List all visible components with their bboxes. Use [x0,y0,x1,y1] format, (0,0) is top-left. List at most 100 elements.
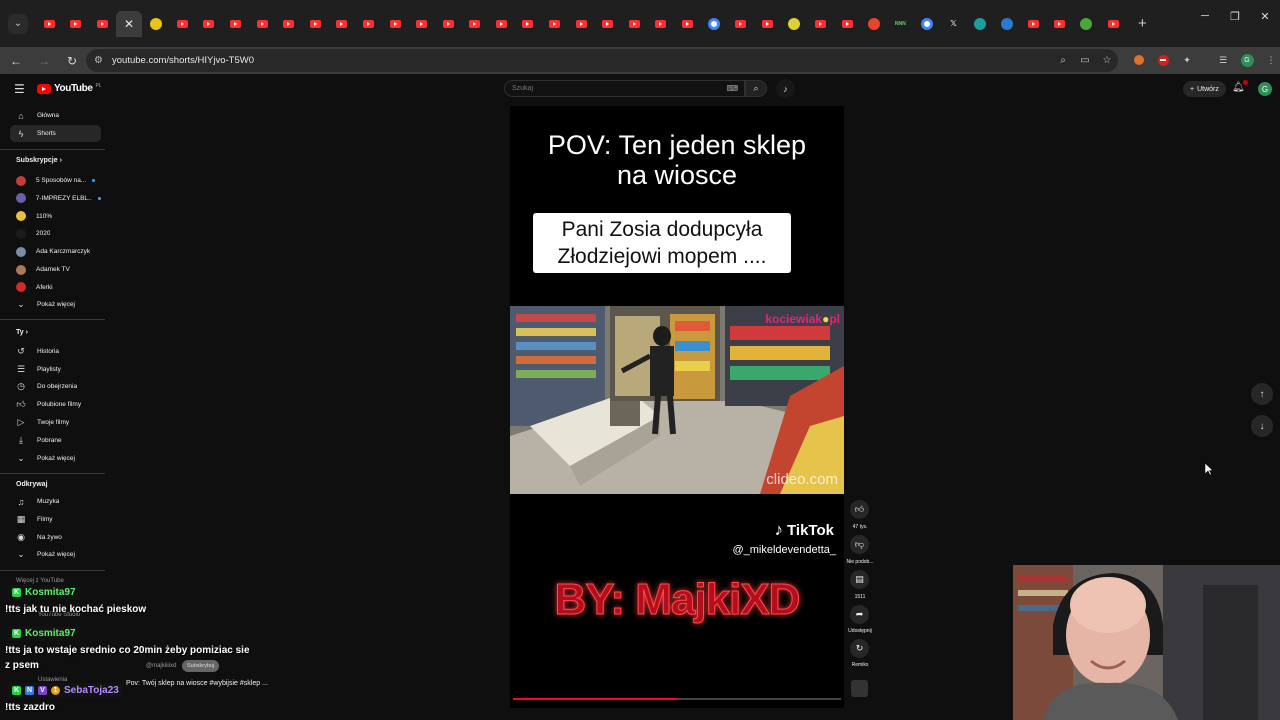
share-button[interactable]: ➦ [850,605,869,624]
browser-tab[interactable] [807,11,834,37]
browser-tab[interactable] [621,11,648,37]
browser-tab[interactable] [169,11,196,37]
browser-tab[interactable] [1020,11,1047,37]
sidebar-item-muzyka[interactable]: ♫ Muzyka [10,493,101,510]
browser-tab[interactable] [488,11,515,37]
sidebar-item-główna[interactable]: ⌂ Główna [10,107,101,124]
search-button[interactable]: ⌕ [745,80,767,97]
browser-tab[interactable] [568,11,595,37]
sidebar-item-shorts[interactable]: ϟ Shorts [10,125,101,142]
sidebar-item-pokaż-więcej[interactable]: ⌄ Pokaż więcej [10,296,101,313]
browser-tab[interactable] [302,11,329,37]
subscriptions-header[interactable]: Subskrypcje › [16,157,62,164]
browser-tab[interactable] [674,11,701,37]
sidebar-item-na-żywo[interactable]: ◉ Na żywo [10,529,101,546]
guide-menu-icon[interactable]: ☰ [14,82,25,96]
browser-tab[interactable] [515,11,542,37]
restore-icon[interactable]: ❐ [1220,0,1250,32]
sidebar-item-pokaż-więcej[interactable]: ⌄ Pokaż więcej [10,546,101,563]
browser-tab[interactable] [408,11,435,37]
cast-icon[interactable]: ▭ [1074,55,1096,66]
sidebar-item-aferki[interactable]: Aferki [10,279,101,296]
sidebar-item-ada-karczmarczyk[interactable]: Ada Karczmarczyk [10,243,101,260]
account-avatar[interactable]: G [1258,82,1272,96]
sidebar-item-adamek-tv[interactable]: Adamek TV [10,261,101,278]
sidebar-item-playlisty[interactable]: ☰ Playlisty [10,361,101,378]
keyboard-icon[interactable]: ⌨ [726,84,738,93]
sound-thumbnail[interactable] [851,680,868,697]
voice-search-button[interactable]: ♪ [776,79,795,98]
sidebar-item-7-imprezy-elbl[interactable]: 7-IMPREZY ELBL... [10,190,101,207]
browser-tab[interactable] [329,11,356,37]
browser-tab[interactable]: 𝕏 [940,11,967,37]
browser-tab[interactable]: NNN [887,11,914,37]
url-text[interactable]: youtube.com/shorts/HIYjvo-T5W0 [112,55,1052,66]
browser-tab[interactable] [648,11,675,37]
notifications-bell-icon[interactable]: 🔔︎ [1232,80,1248,93]
explore-header[interactable]: Odkrywaj [16,481,48,488]
tab-search-button[interactable]: ⌄ [8,13,28,34]
browser-tab[interactable] [967,11,994,37]
browser-menu-icon[interactable]: ⋮ [1262,51,1280,69]
browser-tab[interactable] [1047,11,1074,37]
address-bar[interactable]: ⚙ youtube.com/shorts/HIYjvo-T5W0 ⌕ ▭ ☆ [86,49,1118,72]
next-short-button[interactable]: ↓ [1251,415,1273,437]
browser-tab[interactable] [63,11,90,37]
extension-orange-icon[interactable] [1130,51,1148,69]
browser-tab[interactable] [860,11,887,37]
minimize-icon[interactable]: ─ [1190,0,1220,32]
browser-tab[interactable] [727,11,754,37]
previous-short-button[interactable]: ↑ [1251,383,1273,405]
browser-tab[interactable] [914,11,941,37]
browser-tab[interactable] [435,11,462,37]
browser-tab[interactable] [222,11,249,37]
browser-tab[interactable] [701,11,728,37]
bookmark-star-icon[interactable]: ☆ [1096,55,1118,66]
browser-tab[interactable] [89,11,116,37]
dislike-button[interactable]: 👎︎ [850,535,869,554]
comments-button[interactable]: ▤ [850,570,869,589]
sidebar-item-2020[interactable]: 2020 [10,225,101,242]
sidebar-item-do-obejrzenia[interactable]: ◷ Do obejrzenia [10,378,101,395]
sidebar-item-filmy[interactable]: ▦ Filmy [10,511,101,528]
you-header[interactable]: Ty › [16,329,28,336]
browser-tab[interactable] [541,11,568,37]
browser-tab[interactable] [382,11,409,37]
zoom-icon[interactable]: ⌕ [1052,55,1074,66]
browser-tab[interactable] [142,11,169,37]
sidebar-item-twoje-filmy[interactable]: ▷ Twoje filmy [10,414,101,431]
browser-tab[interactable] [993,11,1020,37]
sidebar-item-pobrane[interactable]: ⤓ Pobrane [10,432,101,449]
sidebar-item-5-sposobów-na[interactable]: 5 Sposobów na... [10,172,101,189]
create-button[interactable]: + Utwórz [1183,81,1226,97]
shorts-player[interactable]: POV: Ten jeden sklep na wiosce Pani Zosi… [510,106,844,708]
browser-tab[interactable] [462,11,489,37]
browser-tab[interactable] [834,11,861,37]
sidebar-item-polubione-filmy[interactable]: 👍︎ Polubione filmy [10,396,101,413]
browser-tab[interactable] [36,11,63,37]
tab-media-icon[interactable]: ☰ [1214,51,1232,69]
extensions-puzzle-icon[interactable]: ✦ [1178,51,1196,69]
search-input[interactable] [512,85,727,92]
browser-tab[interactable] [1073,11,1100,37]
browser-tab[interactable] [196,11,223,37]
sidebar-item-110[interactable]: 110% [10,208,101,225]
sidebar-item-pokaż-więcej[interactable]: ⌄ Pokaż więcej [10,450,101,467]
browser-tab[interactable] [781,11,808,37]
close-window-icon[interactable]: ✕ [1250,0,1280,32]
forward-button[interactable]: → [32,49,56,73]
back-button[interactable]: ← [4,49,28,73]
remix-button[interactable]: ↻ [850,639,869,658]
tab-active[interactable]: ✕ [115,10,143,37]
new-tab-button[interactable]: + [1130,12,1154,36]
like-button[interactable]: 👍︎ [850,500,869,519]
youtube-logo[interactable]: YouTube PL [37,83,102,94]
browser-tab[interactable] [355,11,382,37]
profile-avatar-icon[interactable]: G [1238,51,1256,69]
reload-button[interactable]: ↻ [60,49,84,73]
browser-tab[interactable] [594,11,621,37]
site-info-icon[interactable]: ⚙ [94,55,108,66]
browser-tab[interactable] [249,11,276,37]
extension-block-icon[interactable] [1154,51,1172,69]
browser-tab[interactable] [754,11,781,37]
